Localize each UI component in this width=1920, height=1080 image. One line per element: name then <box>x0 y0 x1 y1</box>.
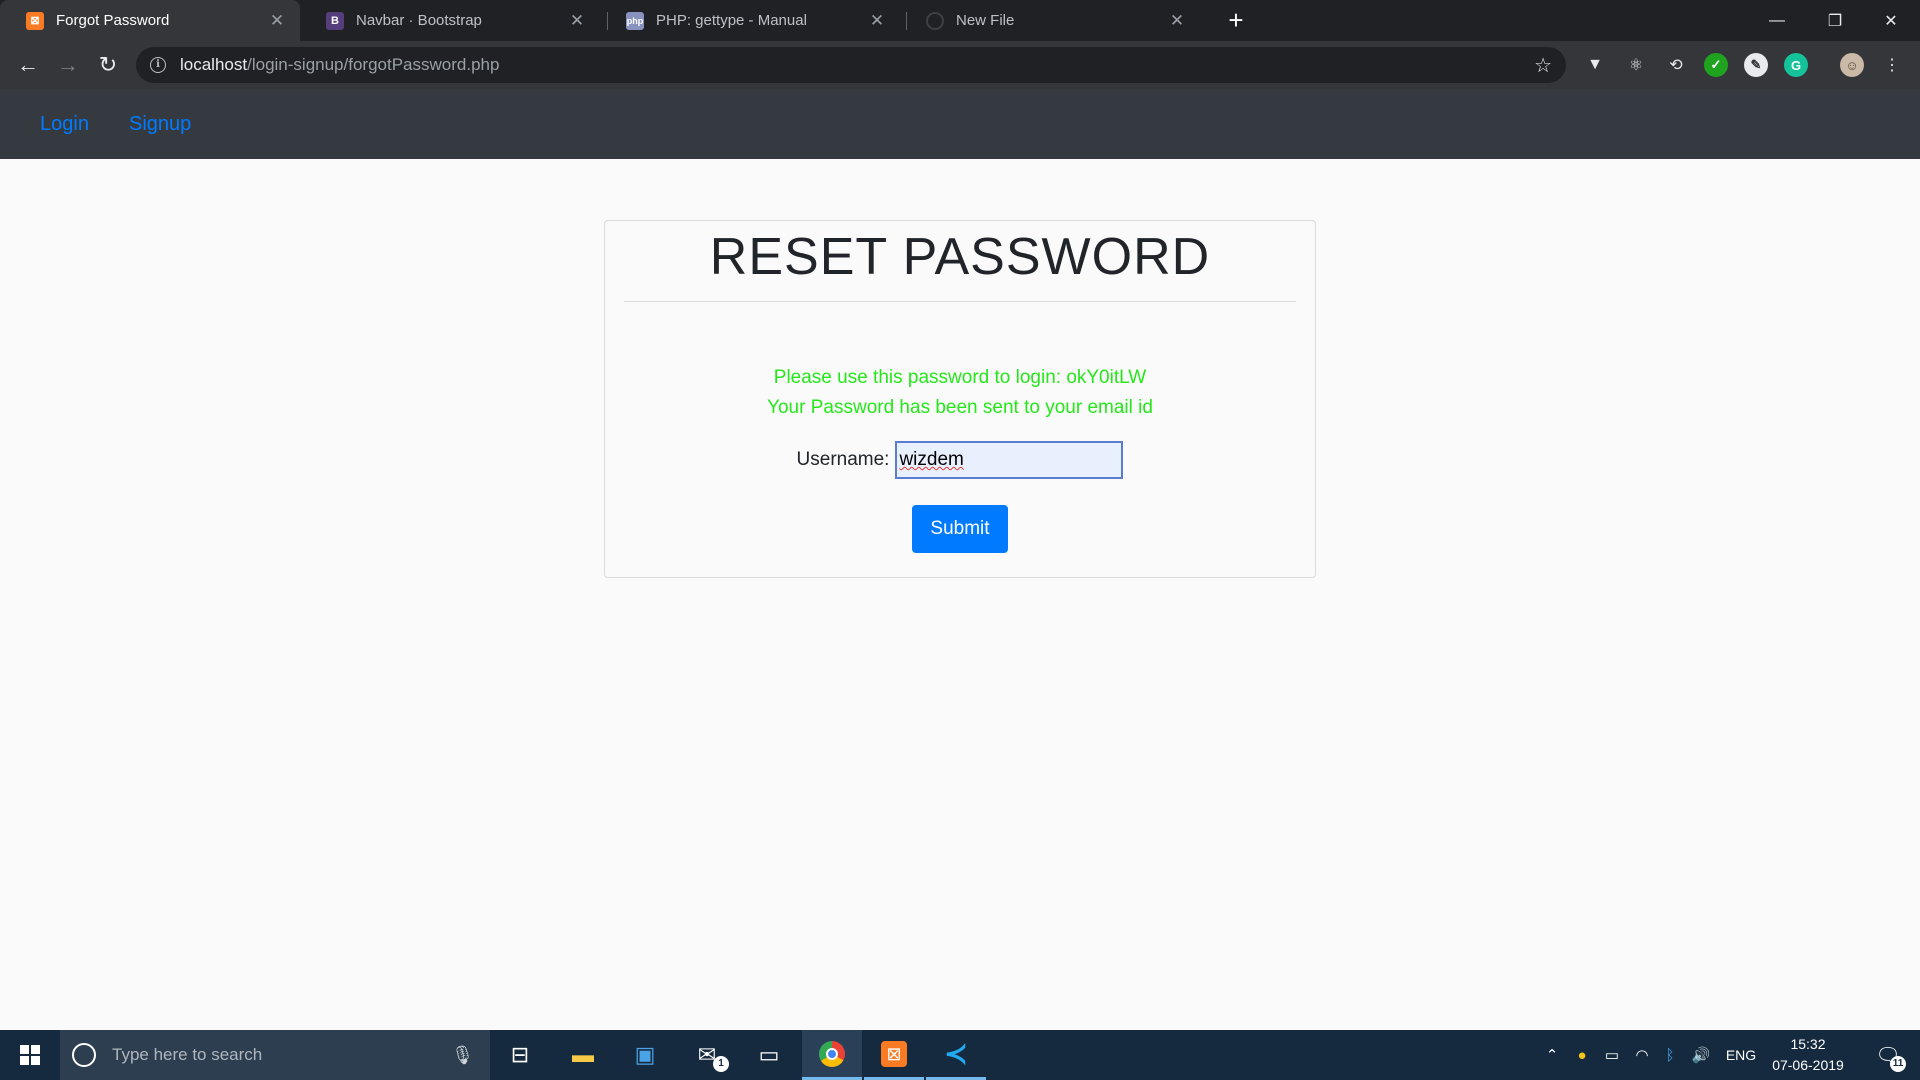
chrome-logo-icon <box>819 1040 845 1067</box>
tab-title: Navbar · Bootstrap <box>356 12 482 29</box>
bluetooth-icon[interactable]: ᛒ <box>1658 1030 1682 1080</box>
tab-new-file[interactable]: New File ✕ <box>900 0 1200 41</box>
minimize-window-icon[interactable]: — <box>1748 0 1806 41</box>
tab-title: Forgot Password <box>56 12 170 29</box>
battery-icon[interactable]: ▭ <box>1598 1030 1626 1080</box>
tab-title: PHP: gettype - Manual <box>656 12 807 29</box>
grammarly-icon[interactable]: G <box>1784 53 1808 77</box>
close-tab-icon[interactable]: ✕ <box>1168 11 1186 31</box>
sync-icon[interactable]: ⟲ <box>1664 53 1688 77</box>
tab-navbar-bootstrap[interactable]: B Navbar · Bootstrap ✕ <box>300 0 600 41</box>
url-text: localhost/login-signup/forgotPassword.ph… <box>180 55 500 74</box>
tab-title: New File <box>956 12 1015 29</box>
username-input[interactable] <box>895 441 1124 479</box>
browser-toolbar: ← → ↻ i localhost/login-signup/forgotPas… <box>0 41 1920 89</box>
windows-logo-icon <box>20 1045 40 1065</box>
profile-avatar-icon[interactable]: ☺ <box>1840 53 1864 77</box>
xampp-logo-icon: ⊠ <box>881 1040 907 1067</box>
taskbar-search-box[interactable]: Type here to search 🎙 <box>60 1030 490 1080</box>
language-indicator[interactable]: ENG <box>1720 1030 1762 1080</box>
notification-count-badge: 11 <box>1890 1056 1906 1072</box>
browser-tab-strip: ⊠ Forgot Password ✕ B Navbar · Bootstrap… <box>0 0 1920 41</box>
mail-icon[interactable]: ✉ 1 <box>677 1030 737 1080</box>
tab-php-gettype[interactable]: php PHP: gettype - Manual ✕ <box>600 0 900 41</box>
start-button[interactable] <box>0 1030 60 1080</box>
check-extension-icon[interactable]: ✓ <box>1704 53 1728 77</box>
volume-icon[interactable]: 🔊 <box>1686 1030 1716 1080</box>
clock-date: 07-06-2019 <box>1772 1057 1844 1073</box>
clock-time: 15:32 <box>1790 1036 1826 1052</box>
close-tab-icon[interactable]: ✕ <box>268 11 286 31</box>
microphone-icon[interactable]: 🎙 <box>451 1045 474 1066</box>
nav-link-signup[interactable]: Signup <box>129 113 191 136</box>
reload-icon[interactable]: ↻ <box>92 49 124 81</box>
address-bar[interactable]: i localhost/login-signup/forgotPassword.… <box>136 47 1566 83</box>
new-tab-button[interactable]: + <box>1221 5 1251 35</box>
react-devtools-icon[interactable]: ⚛ <box>1624 53 1648 77</box>
generated-password-message: Please use this password to login: okY0i… <box>773 367 1147 388</box>
task-view-icon[interactable]: ⊟ <box>490 1030 550 1080</box>
chrome-menu-icon[interactable]: ⋮ <box>1880 53 1904 77</box>
search-placeholder: Type here to search <box>112 1045 263 1064</box>
page-title: RESET PASSWORD <box>709 228 1211 286</box>
show-hidden-icons-chevron-icon[interactable]: ⌃ <box>1538 1030 1566 1080</box>
php-favicon-icon: php <box>626 11 644 30</box>
reset-password-card: RESET PASSWORD Please use this password … <box>604 220 1316 578</box>
wifi-icon[interactable]: ◠ <box>1628 1030 1656 1080</box>
tab-forgot-password[interactable]: ⊠ Forgot Password ✕ <box>0 0 300 41</box>
mail-badge: 1 <box>713 1056 729 1072</box>
cortana-icon <box>72 1043 96 1067</box>
nav-link-login[interactable]: Login <box>40 113 89 136</box>
close-tab-icon[interactable]: ✕ <box>568 11 586 31</box>
windows-taskbar: Type here to search 🎙 ⊟ ▬ ▣ ✉ 1 ▭ ⊠ ≺ ⌃ … <box>0 1030 1920 1080</box>
bootstrap-favicon-icon: B <box>326 11 344 30</box>
tray-app-icon[interactable]: ● <box>1568 1030 1596 1080</box>
site-navbar: Login Signup <box>0 89 1920 159</box>
taskbar-clock[interactable]: 15:32 07-06-2019 <box>1766 1034 1850 1076</box>
close-tab-icon[interactable]: ✕ <box>868 11 886 31</box>
email-sent-message: Your Password has been sent to your emai… <box>767 397 1153 418</box>
xampp-taskbar-icon[interactable]: ⊠ <box>864 1030 924 1080</box>
title-divider <box>624 301 1296 302</box>
web-page: Login Signup RESET PASSWORD Please use t… <box>0 89 1920 1030</box>
action-center-icon[interactable]: 🗨 11 <box>1864 1030 1912 1080</box>
terminal-icon[interactable]: ▭ <box>739 1030 799 1080</box>
xampp-favicon-icon: ⊠ <box>26 11 44 30</box>
file-explorer-icon[interactable]: ▬ <box>553 1030 613 1080</box>
username-label: Username: <box>796 449 890 470</box>
contacts-app-icon[interactable]: ▣ <box>615 1030 675 1080</box>
vue-devtools-icon[interactable]: ▼ <box>1583 53 1607 77</box>
bookmark-star-icon[interactable]: ☆ <box>1534 53 1552 78</box>
site-info-icon[interactable]: i <box>150 57 166 73</box>
close-window-icon[interactable]: ✕ <box>1862 0 1920 41</box>
vscode-taskbar-icon[interactable]: ≺ <box>926 1030 986 1080</box>
submit-button[interactable]: Submit <box>912 505 1008 553</box>
back-arrow-icon[interactable]: ← <box>12 49 44 81</box>
username-row: Username: <box>605 441 1315 479</box>
tag-extension-icon[interactable]: ✎ <box>1744 53 1768 77</box>
forward-arrow-icon[interactable]: → <box>52 49 84 81</box>
chrome-taskbar-icon[interactable] <box>802 1030 862 1080</box>
restore-window-icon[interactable]: ❐ <box>1806 0 1864 41</box>
loading-favicon-icon <box>926 11 944 30</box>
